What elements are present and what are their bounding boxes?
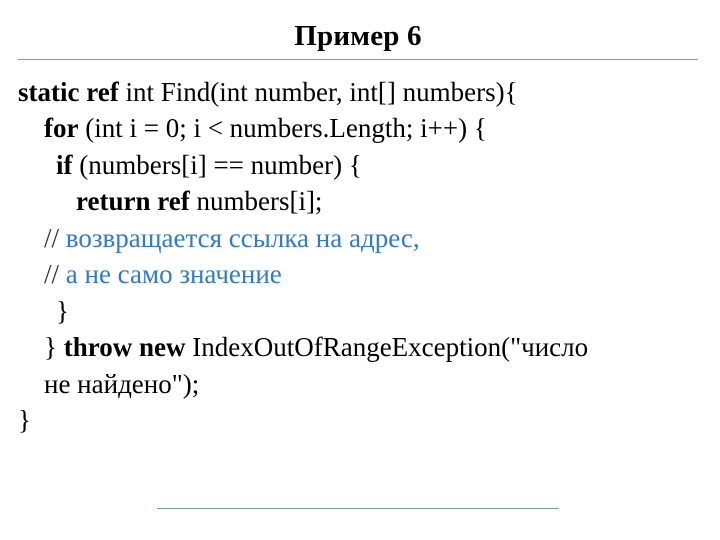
code-text: } bbox=[18, 405, 31, 435]
code-line: // а не само значение bbox=[18, 256, 698, 292]
divider-bottom bbox=[157, 508, 558, 509]
code-text: } bbox=[18, 293, 69, 329]
code-line: for (int i = 0; i < numbers.Length; i++)… bbox=[18, 110, 698, 146]
keyword-for: for bbox=[44, 113, 78, 143]
code-line: return ref numbers[i]; bbox=[18, 183, 698, 219]
code-text: (numbers[i] == number) { bbox=[73, 150, 362, 180]
code-line: // возвращается ссылка на адрес, bbox=[18, 220, 698, 256]
code-text: IndexOutOfRangeException("число bbox=[185, 332, 588, 362]
code-line: не найдено"); bbox=[18, 366, 698, 402]
code-line: } bbox=[18, 293, 698, 329]
code-line: } throw new IndexOutOfRangeException("чи… bbox=[18, 329, 698, 365]
comment-text: возвращается ссылка на адрес, bbox=[66, 223, 420, 253]
page-title: Пример 6 bbox=[18, 20, 698, 53]
code-block: static ref int Find(int number, int[] nu… bbox=[18, 74, 698, 438]
divider-top bbox=[18, 59, 698, 60]
keyword-if: if bbox=[56, 150, 73, 180]
code-line: } bbox=[18, 402, 698, 438]
code-line: if (numbers[i] == number) { bbox=[18, 147, 698, 183]
code-text: } bbox=[44, 332, 64, 362]
code-text: (int i = 0; i < numbers.Length; i++) { bbox=[78, 113, 486, 143]
comment-text: а не само значение bbox=[66, 259, 282, 289]
code-text: numbers[i]; bbox=[190, 186, 323, 216]
code-text: не найдено"); bbox=[18, 366, 199, 402]
keyword-throw-new: throw new bbox=[64, 332, 186, 362]
keyword-return-ref: return ref bbox=[76, 186, 190, 216]
comment-marker: // bbox=[44, 259, 66, 289]
comment-marker: // bbox=[44, 223, 66, 253]
code-text: int Find(int number, int[] numbers){ bbox=[119, 77, 518, 107]
code-line: static ref int Find(int number, int[] nu… bbox=[18, 74, 698, 110]
keyword-static-ref: static ref bbox=[18, 77, 119, 107]
slide: Пример 6 static ref int Find(int number,… bbox=[0, 0, 720, 540]
